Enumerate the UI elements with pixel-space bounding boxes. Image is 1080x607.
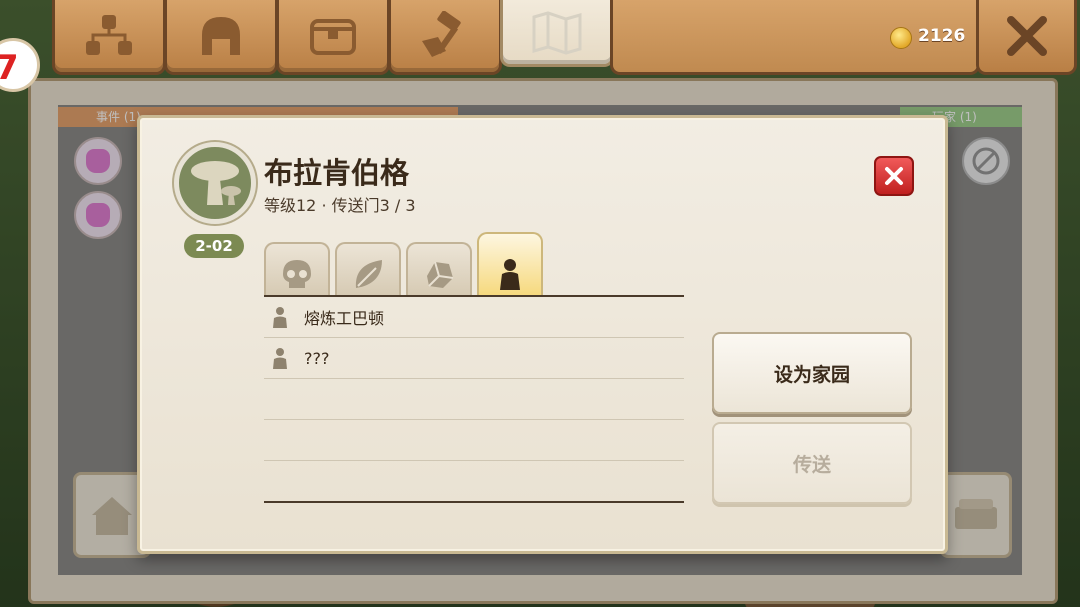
person-icon xyxy=(273,307,287,328)
tab-map[interactable] xyxy=(500,0,614,67)
tab-npcs[interactable] xyxy=(477,232,543,296)
leaf-icon xyxy=(355,260,382,288)
close-icon xyxy=(885,167,903,185)
hierarchy-icon xyxy=(86,15,132,55)
top-navigation: 2126 xyxy=(0,0,1080,78)
ore-icon xyxy=(427,261,454,288)
npc-name: 熔炼工巴顿 xyxy=(304,309,385,328)
location-title: 布拉肯伯格 xyxy=(264,156,410,190)
tab-monsters[interactable] xyxy=(264,242,330,296)
tab-inventory[interactable] xyxy=(276,0,390,75)
list-item xyxy=(264,420,684,461)
coin-count: 2126 xyxy=(918,26,966,46)
person-icon xyxy=(500,259,520,290)
treasure-chest-icon xyxy=(310,19,356,55)
location-subtitle: 等级12 · 传送门3 / 3 xyxy=(264,196,416,215)
list-item[interactable]: 熔炼工巴顿 xyxy=(264,297,684,338)
tab-hierarchy[interactable] xyxy=(52,0,166,75)
map-icon xyxy=(532,11,582,55)
list-item xyxy=(264,379,684,420)
close-icon xyxy=(1006,16,1047,56)
tab-equipment[interactable] xyxy=(164,0,278,75)
crafting-hammer-icon xyxy=(422,11,461,57)
tab-plants[interactable] xyxy=(335,242,401,296)
tab-crafting[interactable] xyxy=(388,0,502,75)
npc-name: ??? xyxy=(304,348,330,368)
location-portrait xyxy=(174,142,256,224)
zone-level-badge: 2-02 xyxy=(184,234,244,258)
list-item[interactable]: ??? xyxy=(264,338,684,379)
mushroom-icon xyxy=(191,161,241,205)
coin-icon xyxy=(890,27,912,49)
set-home-button[interactable]: 设为家园 xyxy=(712,332,912,414)
tab-ores[interactable] xyxy=(406,242,472,296)
list-divider xyxy=(264,501,684,503)
close-button[interactable] xyxy=(976,0,1077,75)
modal-close-button[interactable] xyxy=(874,156,914,196)
location-modal: 2-02 布拉肯伯格 等级12 · 传送门3 / 3 熔炼工巴顿 ??? 设为家… xyxy=(137,115,948,554)
teleport-button[interactable]: 传送 xyxy=(712,422,912,504)
person-icon xyxy=(273,348,287,369)
skull-icon xyxy=(283,260,311,288)
list-item xyxy=(264,461,684,501)
helmet-icon xyxy=(202,17,240,55)
